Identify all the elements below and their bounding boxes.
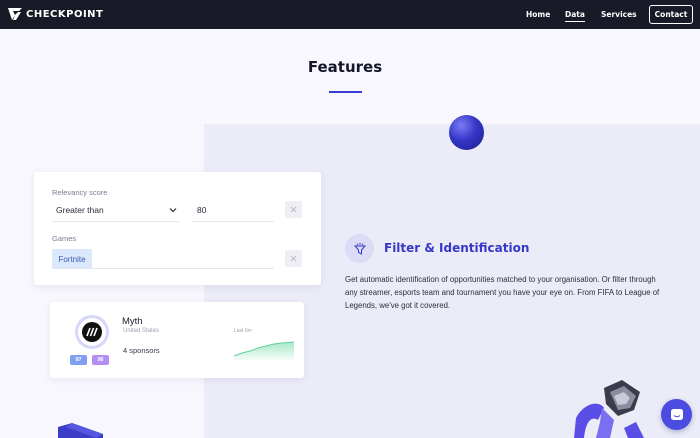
player-country: United States — [123, 328, 160, 334]
decorative-shape-left — [58, 423, 103, 438]
player-card[interactable]: 97 96 Myth United States 4 sponsors Last… — [50, 302, 304, 378]
trend-label: Last 6m — [234, 328, 252, 334]
game-tag[interactable]: Fortnite — [52, 249, 92, 269]
games-label: Games — [52, 234, 77, 243]
relevancy-value: 80 — [197, 205, 207, 215]
relevancy-label: Relevancy score — [52, 188, 108, 197]
contact-button[interactable]: Contact — [649, 5, 693, 24]
title-underline — [329, 91, 362, 93]
score-badge-1: 97 — [70, 355, 87, 365]
score-badge-2: 96 — [92, 355, 109, 365]
decorative-sphere — [449, 115, 484, 150]
player-name: Myth — [122, 316, 143, 327]
operator-select[interactable]: Greater than — [52, 200, 179, 222]
operator-value: Greater than — [56, 205, 104, 215]
remove-relevancy-button[interactable] — [285, 201, 302, 218]
avatar-ring — [75, 315, 109, 349]
chat-launcher[interactable] — [661, 399, 692, 430]
nav-services[interactable]: Services — [601, 10, 637, 19]
nav-data[interactable]: Data — [565, 10, 585, 22]
chevron-down-icon — [169, 208, 177, 213]
trend-sparkline — [234, 341, 294, 360]
brand[interactable]: CHECKPOINT — [8, 8, 103, 20]
remove-games-button[interactable] — [285, 250, 302, 267]
feature-icon-circle — [345, 234, 374, 263]
nav-home[interactable]: Home — [526, 10, 550, 19]
relevancy-value-input[interactable]: 80 — [192, 200, 274, 222]
decorative-shape-right — [574, 380, 644, 438]
close-icon — [290, 206, 297, 213]
feature-title: Filter & Identification — [384, 241, 530, 255]
sponsor-count: 4 sponsors — [123, 346, 160, 355]
top-nav: CHECKPOINT Home Data Services Contact — [0, 0, 700, 29]
chat-icon — [670, 408, 683, 420]
section-title: Features — [307, 58, 383, 76]
brand-name: CHECKPOINT — [26, 8, 104, 20]
avatar — [78, 318, 106, 346]
feature-description: Get automatic identification of opportun… — [345, 275, 660, 310]
checkpoint-logo-icon — [8, 8, 22, 20]
team-logo-icon — [82, 322, 102, 342]
filter-card: Relevancy score Greater than 80 Games Fo… — [34, 172, 321, 285]
filter-funnel-icon — [353, 242, 366, 255]
close-icon — [290, 255, 297, 262]
games-field-line — [52, 268, 274, 269]
